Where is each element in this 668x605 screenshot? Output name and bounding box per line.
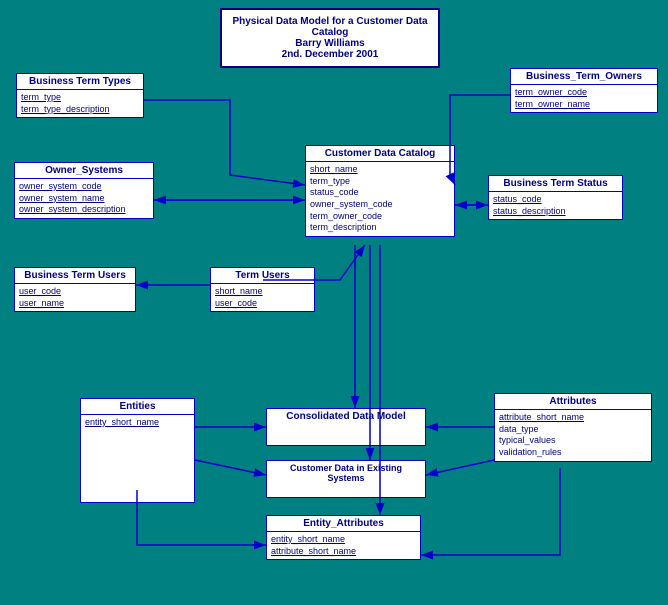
attr: owner_system_code bbox=[19, 181, 149, 193]
attr: entity_short_name bbox=[271, 534, 416, 546]
attr: status_code bbox=[493, 194, 618, 206]
entity-attributes: Attributes attribute_short_name data_typ… bbox=[494, 393, 652, 462]
entity-title: Customer Data Catalog bbox=[306, 146, 454, 162]
arrow-attr-ea bbox=[421, 468, 560, 555]
entity-business-term-users: Business Term Users user_code user_name bbox=[14, 267, 136, 312]
entity-owner-systems: Owner_Systems owner_system_code owner_sy… bbox=[14, 162, 154, 219]
attr: attribute_short_name bbox=[271, 546, 416, 558]
attr: user_code bbox=[215, 298, 310, 310]
entity-title: Entities bbox=[81, 399, 194, 415]
attr: term_type bbox=[21, 92, 139, 104]
title-line3: 2nd. December 2001 bbox=[232, 49, 428, 60]
attr: status_description bbox=[493, 206, 618, 218]
entity-title: Business Term Status bbox=[489, 176, 622, 192]
entity-title: Consolidated Data Model bbox=[267, 409, 425, 424]
entity-customer-data-existing: Customer Data in Existing Systems bbox=[266, 460, 426, 498]
attr: owner_system_code bbox=[310, 199, 450, 211]
entity-business-term-types: Business Term Types term_type term_type_… bbox=[16, 73, 144, 118]
attr: short_name bbox=[310, 164, 450, 176]
attr: term_owner_code bbox=[515, 87, 653, 99]
entity-consolidated-data: Consolidated Data Model bbox=[266, 408, 426, 446]
entity-entities: Entities entity_short_name bbox=[80, 398, 195, 503]
attr: attribute_short_name bbox=[499, 412, 647, 424]
arrow-bto-cdc bbox=[450, 95, 510, 185]
title-line1: Physical Data Model for a Customer Data … bbox=[232, 16, 428, 38]
attr: validation_rules bbox=[499, 447, 647, 459]
entity-entity-attributes: Entity_Attributes entity_short_name attr… bbox=[266, 515, 421, 560]
diagram-container: Physical Data Model for a Customer Data … bbox=[0, 0, 668, 605]
entity-term-users: Term Users short_name user_code bbox=[210, 267, 315, 312]
title-line2: Barry Williams bbox=[232, 38, 428, 49]
attr: user_code bbox=[19, 286, 131, 298]
entity-business-term-status: Business Term Status status_code status_… bbox=[488, 175, 623, 220]
entity-title: Business Term Users bbox=[15, 268, 135, 284]
arrow-btt-cdc bbox=[144, 100, 305, 185]
attr: term_type bbox=[310, 176, 450, 188]
attr: owner_system_name bbox=[19, 193, 149, 205]
attr: term_owner_code bbox=[310, 211, 450, 223]
entity-title: Customer Data in Existing Systems bbox=[267, 461, 425, 485]
attr: status_code bbox=[310, 187, 450, 199]
entity-customer-data-catalog: Customer Data Catalog short_name term_ty… bbox=[305, 145, 455, 237]
attr: data_type bbox=[499, 424, 647, 436]
attr: term_owner_name bbox=[515, 99, 653, 111]
attr: entity_short_name bbox=[85, 417, 190, 429]
attr: term_description bbox=[310, 222, 450, 234]
entity-title: Business Term Types bbox=[17, 74, 143, 90]
attr: user_name bbox=[19, 298, 131, 310]
attr: short_name bbox=[215, 286, 310, 298]
entity-title: Owner_Systems bbox=[15, 163, 153, 179]
entity-title: Term Users bbox=[211, 268, 314, 284]
attr: owner_system_description bbox=[19, 204, 149, 216]
arrow-attr-cdes bbox=[426, 460, 494, 475]
entity-title: Entity_Attributes bbox=[267, 516, 420, 532]
entity-title: Attributes bbox=[495, 394, 651, 410]
title-box: Physical Data Model for a Customer Data … bbox=[220, 8, 440, 68]
attr: term_type_description bbox=[21, 104, 139, 116]
entity-business-term-owners: Business_Term_Owners term_owner_code ter… bbox=[510, 68, 658, 113]
arrow-ent-cdes bbox=[195, 460, 266, 475]
attr: typical_values bbox=[499, 435, 647, 447]
entity-title: Business_Term_Owners bbox=[511, 69, 657, 85]
